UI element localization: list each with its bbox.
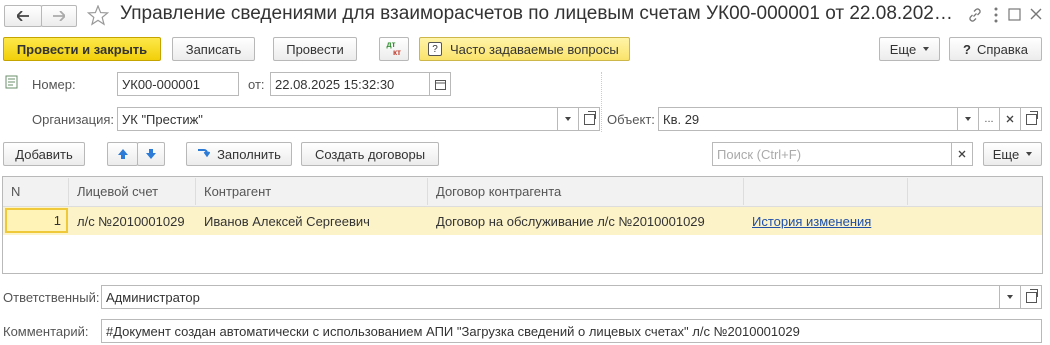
window-title: Управление сведениями для взаиморасчетов… — [120, 3, 953, 24]
object-label: Объект: — [607, 112, 655, 127]
history-link[interactable]: История изменения — [744, 208, 908, 234]
org-field[interactable]: УК "Престиж" — [117, 107, 561, 131]
counterparty-cell[interactable]: Иванов Алексей Сергеевич — [196, 208, 428, 234]
more-label: Еще — [889, 41, 917, 57]
help-label: Справка — [976, 41, 1028, 57]
number-label: Номер: — [32, 77, 76, 92]
maximize-icon[interactable] — [1008, 8, 1021, 21]
responsible-field[interactable]: Администратор — [101, 285, 1003, 309]
chevron-down-icon — [1026, 152, 1033, 156]
org-open-button[interactable] — [578, 107, 600, 131]
open-icon — [1025, 288, 1038, 303]
close-icon — [958, 150, 966, 158]
fill-arrow-icon — [198, 149, 211, 158]
post-and-close-button[interactable]: Провести и закрыть — [3, 37, 161, 61]
link-icon[interactable] — [967, 7, 983, 23]
forward-button[interactable] — [41, 5, 77, 27]
chevron-down-icon — [565, 117, 571, 121]
move-up-button[interactable] — [107, 142, 138, 166]
object-select-button[interactable]: ... — [978, 107, 1000, 131]
chevron-down-icon — [1007, 295, 1013, 299]
document-icon — [5, 75, 18, 89]
column-header-account[interactable]: Лицевой счет — [69, 178, 196, 205]
responsible-label: Ответственный: — [3, 290, 100, 305]
dt-kt-button[interactable]: дт кт — [379, 37, 409, 61]
question-icon: ? — [428, 42, 442, 56]
column-header-contract[interactable]: Договор контрагента — [428, 178, 744, 205]
object-clear-button[interactable] — [999, 107, 1021, 131]
responsible-dropdown-button[interactable] — [999, 285, 1021, 309]
row-number: 1 — [53, 213, 61, 228]
help-icon: ? — [963, 41, 971, 57]
vertical-dots-icon[interactable] — [993, 6, 999, 24]
back-button[interactable] — [4, 5, 42, 27]
more-button[interactable]: Еще — [879, 37, 940, 61]
object-dropdown-button[interactable] — [957, 107, 979, 131]
date-label: от: — [248, 77, 265, 92]
close-icon — [1006, 115, 1014, 123]
object-field[interactable]: Кв. 29 — [658, 107, 960, 131]
close-icon[interactable] — [1030, 8, 1042, 20]
open-icon — [583, 110, 596, 125]
calendar-icon — [434, 79, 446, 90]
arrow-down-icon — [146, 149, 156, 159]
responsible-open-button[interactable] — [1020, 285, 1042, 309]
dt-kt-icon: дт кт — [386, 40, 401, 57]
add-button[interactable]: Добавить — [3, 142, 85, 166]
calendar-button[interactable] — [429, 72, 451, 96]
chevron-down-icon — [923, 47, 930, 51]
search-placeholder: Поиск (Ctrl+F) — [717, 146, 802, 162]
open-icon — [1025, 110, 1038, 125]
arrow-left-icon — [17, 11, 29, 21]
post-button[interactable]: Провести — [273, 37, 357, 61]
fill-button[interactable]: Заполнить — [186, 142, 292, 166]
search-clear-button[interactable] — [951, 142, 973, 166]
column-header-counterparty[interactable]: Контрагент — [196, 178, 428, 205]
comment-field[interactable]: #Документ создан автоматически с использ… — [101, 319, 1042, 343]
column-header-n[interactable]: N — [3, 178, 69, 205]
fill-label: Заполнить — [217, 146, 281, 162]
object-open-button[interactable] — [1020, 107, 1042, 131]
account-cell[interactable]: л/с №2010001029 — [69, 208, 196, 234]
date-field[interactable]: 22.08.2025 15:32:30 — [270, 72, 430, 96]
contract-cell[interactable]: Договор на обслуживание л/с №2010001029 — [428, 208, 744, 234]
arrow-up-icon — [117, 149, 128, 159]
help-button[interactable]: ? Справка — [949, 37, 1042, 61]
star-icon[interactable] — [87, 5, 109, 26]
save-button[interactable]: Записать — [172, 37, 255, 61]
column-header-extra — [744, 178, 908, 205]
org-dropdown-button[interactable] — [557, 107, 579, 131]
search-input[interactable]: Поиск (Ctrl+F) — [712, 142, 952, 166]
chevron-down-icon — [965, 117, 971, 121]
table-more-button[interactable]: Еще — [983, 142, 1042, 166]
header-divider — [601, 72, 602, 132]
table-more-label: Еще — [992, 146, 1020, 162]
move-down-button[interactable] — [137, 142, 165, 166]
faq-button[interactable]: ? Часто задаваемые вопросы — [419, 37, 630, 61]
arrow-right-icon — [53, 11, 65, 21]
create-contracts-button[interactable]: Создать договоры — [301, 142, 439, 166]
row-number-cell[interactable]: 1 — [5, 208, 68, 233]
org-label: Организация: — [32, 112, 115, 127]
number-field[interactable]: УК00-000001 — [117, 72, 239, 96]
faq-label: Часто задаваемые вопросы — [450, 41, 619, 57]
comment-label: Комментарий: — [3, 324, 89, 339]
